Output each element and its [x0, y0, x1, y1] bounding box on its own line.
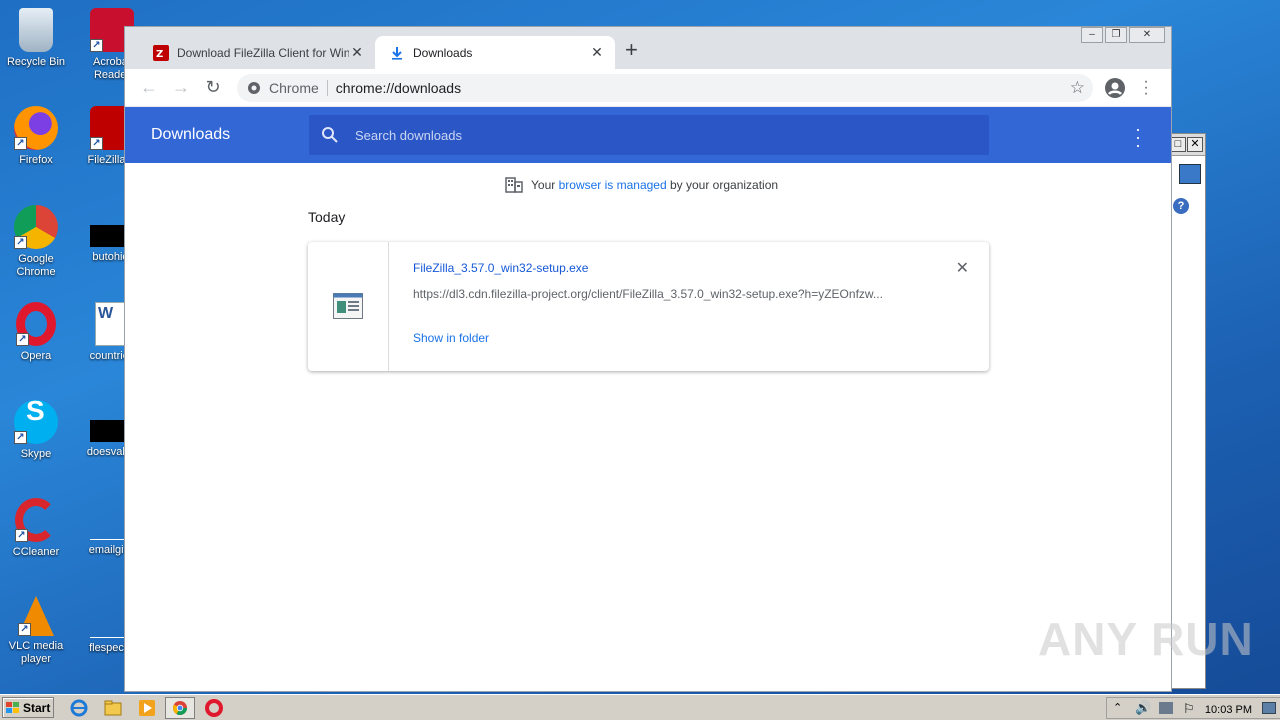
- desktop-icon-opera[interactable]: ↗ Opera: [0, 302, 72, 363]
- search-input[interactable]: Search downloads: [309, 115, 989, 155]
- section-heading: Today: [308, 209, 346, 225]
- new-tab-button[interactable]: +: [625, 39, 638, 61]
- system-tray: ⌃ 🔊 ⚐ 10:03 PM: [1106, 697, 1280, 719]
- filezilla-icon: Z: [153, 44, 169, 61]
- taskbar: Start ⌃ 🔊 ⚐ 10:03 PM: [0, 694, 1280, 720]
- search-placeholder: Search downloads: [355, 127, 462, 143]
- tab-filezilla[interactable]: Z Download FileZilla Client for Windows …: [139, 36, 375, 69]
- opera-icon: ↗: [16, 302, 56, 346]
- url-text[interactable]: chrome://downloads: [336, 80, 461, 96]
- close-window-button[interactable]: ✕: [1129, 27, 1165, 43]
- building-icon: [505, 177, 523, 193]
- chrome-site-icon: [248, 82, 260, 94]
- tab-title: Download FileZilla Client for Windows: [177, 45, 349, 60]
- managed-link[interactable]: browser is managed: [559, 178, 667, 192]
- search-icon: [322, 127, 338, 143]
- taskbar-chrome-button[interactable]: [165, 697, 195, 719]
- divider: [326, 80, 328, 96]
- tab-close-icon[interactable]: ✕: [589, 44, 605, 61]
- internet-explorer-icon[interactable]: [70, 699, 88, 717]
- desktop-icon-label: Skype: [20, 448, 52, 460]
- managed-suffix: by your organization: [666, 178, 779, 192]
- more-actions-icon[interactable]: · · ·: [1135, 120, 1141, 154]
- media-player-icon[interactable]: [138, 699, 156, 717]
- download-item: FileZilla_3.57.0_win32-setup.exe https:/…: [308, 242, 989, 371]
- remove-download-icon[interactable]: ✕: [956, 258, 969, 278]
- desktop-icon-label: CCleaner: [12, 546, 60, 558]
- chrome-window[interactable]: – ❐ ✕ Z Download FileZilla Client for Wi…: [124, 26, 1172, 692]
- close-button[interactable]: ✕: [1187, 137, 1203, 152]
- file-explorer-icon[interactable]: [104, 699, 122, 717]
- desktop-icon-skype[interactable]: S ↗ Skype: [0, 397, 72, 461]
- site-chip: Chrome: [269, 80, 319, 96]
- windows-logo-icon: [6, 701, 19, 713]
- tab-close-icon[interactable]: ✕: [349, 44, 365, 61]
- managed-prefix: Your: [531, 178, 559, 192]
- vlc-icon: ↗: [18, 596, 54, 636]
- tab-title: Downloads: [413, 45, 473, 60]
- downloads-header: Downloads Search downloads · · ·: [125, 107, 1171, 163]
- desktop-icon-label: VLC media player: [8, 640, 64, 665]
- desktop-icon-vlc[interactable]: ↗ VLC media player: [0, 596, 72, 666]
- download-filename-link[interactable]: FileZilla_3.57.0_win32-setup.exe: [413, 261, 588, 275]
- desktop-icon-ccleaner[interactable]: ↗ CCleaner: [0, 498, 72, 559]
- clock[interactable]: 10:03 PM: [1205, 704, 1252, 716]
- network-icon[interactable]: [1159, 702, 1173, 714]
- bookmark-star-icon[interactable]: ☆: [1070, 78, 1085, 98]
- opera-icon[interactable]: [205, 699, 223, 717]
- page-title: Downloads: [151, 126, 231, 143]
- anyrun-watermark: ANY RUN: [1038, 613, 1254, 665]
- maximize-button[interactable]: □: [1170, 137, 1186, 152]
- desktop-icon-label: Recycle Bin: [6, 56, 66, 68]
- window-controls: – ❐ ✕: [1081, 27, 1165, 43]
- start-button[interactable]: Start: [2, 697, 54, 718]
- search-icon[interactable]: [1179, 164, 1201, 184]
- action-center-flag-icon[interactable]: ⚐: [1183, 701, 1195, 717]
- chrome-icon: ↗: [14, 205, 58, 249]
- volume-icon[interactable]: 🔊: [1135, 700, 1151, 716]
- ccleaner-icon: ↗: [15, 498, 57, 542]
- chrome-menu-icon[interactable]: · · ·: [1143, 74, 1149, 102]
- minimize-button[interactable]: –: [1081, 27, 1103, 43]
- download-icon: [392, 46, 402, 60]
- firefox-icon: ↗: [14, 106, 58, 150]
- desktop-icon-label: Opera: [20, 350, 52, 362]
- forward-button[interactable]: →: [169, 77, 193, 99]
- restore-button[interactable]: ❐: [1105, 27, 1127, 43]
- svg-text:Z: Z: [156, 49, 163, 60]
- desktop-icon-recycle-bin[interactable]: Recycle Bin: [0, 8, 72, 69]
- tab-strip: – ❐ ✕ Z Download FileZilla Client for Wi…: [125, 27, 1171, 69]
- desktop-icon-firefox[interactable]: ↗ Firefox: [0, 106, 72, 167]
- desktop-icon-label: Google Chrome: [16, 253, 56, 278]
- show-in-folder-link[interactable]: Show in folder: [413, 331, 489, 345]
- tab-downloads[interactable]: Downloads ✕: [375, 36, 615, 69]
- exe-file-icon: [333, 293, 363, 319]
- recycle-bin-icon: [19, 8, 53, 52]
- back-button[interactable]: ←: [137, 77, 161, 99]
- background-window[interactable]: □ ✕ ?: [1170, 133, 1206, 689]
- chrome-icon: [173, 701, 187, 715]
- toolbar: ← → ↻ Chrome chrome://downloads ☆ · · ·: [125, 69, 1171, 107]
- show-hidden-icons-icon[interactable]: ⌃: [1113, 701, 1122, 714]
- skype-icon: S ↗: [14, 397, 58, 444]
- help-icon[interactable]: ?: [1173, 198, 1189, 214]
- desktop-icon-label: Firefox: [19, 154, 53, 166]
- start-label: Start: [23, 700, 51, 715]
- managed-notice: Your browser is managed by your organiza…: [505, 177, 778, 193]
- desktop-icon-chrome[interactable]: ↗ Google Chrome: [0, 205, 72, 279]
- address-bar[interactable]: Chrome chrome://downloads ☆: [237, 74, 1093, 102]
- reload-button[interactable]: ↻: [201, 77, 225, 99]
- show-desktop-button[interactable]: [1262, 702, 1276, 714]
- download-item-icon-column: [308, 242, 389, 371]
- profile-icon[interactable]: [1105, 78, 1125, 98]
- download-url[interactable]: https://dl3.cdn.filezilla-project.org/cl…: [413, 287, 918, 301]
